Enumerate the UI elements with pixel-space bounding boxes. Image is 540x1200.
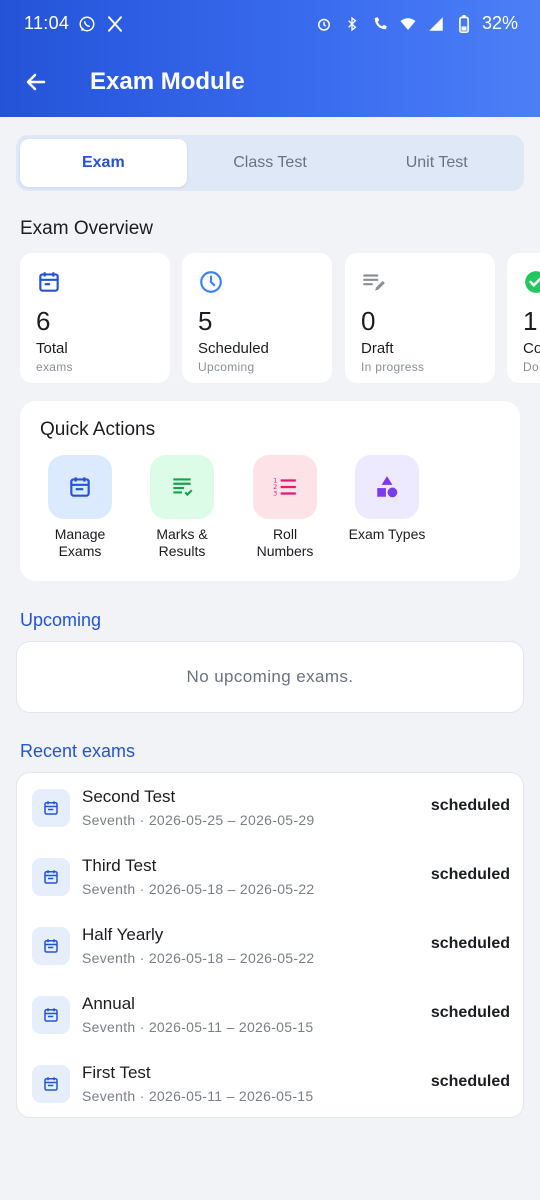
stat-label: Draft [361, 340, 394, 358]
tab-bar: Exam Class Test Unit Test [16, 135, 524, 191]
quick-action-exam-types[interactable]: Exam Types [335, 455, 439, 543]
bluetooth-icon [342, 14, 362, 34]
calendar-icon [39, 272, 59, 292]
checklist-icon [173, 478, 193, 497]
status-bar: 11:04 32% [0, 0, 540, 48]
exam-calendar-icon [32, 927, 70, 965]
status-time: 11:04 [24, 13, 70, 33]
exam-status: scheduled [430, 1073, 510, 1090]
stat-label: Scheduled [198, 340, 269, 358]
exam-meta: Seventh · 2026-05-11 – 2026-05-15 [82, 1019, 314, 1035]
stat-sub: Do [523, 360, 539, 375]
check-circle-icon [525, 271, 540, 293]
label-line: Exam Types [348, 526, 426, 542]
battery-icon [454, 14, 474, 34]
stat-value: 0 [361, 306, 376, 336]
quick-action-tile [48, 455, 112, 519]
calendar-icon [70, 477, 90, 497]
label-line: Roll [272, 526, 298, 542]
upcoming-title: Upcoming [20, 610, 102, 630]
exam-name: Annual [82, 994, 135, 1013]
whatsapp-icon [77, 14, 97, 34]
stat-sub: Upcoming [198, 360, 255, 375]
stat-sub: exams [36, 360, 73, 375]
app-bar: Exam Module [0, 58, 540, 108]
tab-class-test[interactable]: Class Test [187, 139, 354, 187]
exam-row[interactable]: First Test Seventh · 2026-05-11 – 2026-0… [17, 1049, 525, 1117]
label-line: Numbers [256, 542, 314, 559]
recent-exams-list: Second Test Seventh · 2026-05-25 – 2026-… [16, 772, 524, 1118]
stat-value: 1 [523, 306, 538, 336]
page-title: Exam Module [90, 68, 245, 95]
label-line: Manage [54, 526, 106, 542]
label-line: Exams [58, 542, 102, 559]
label-line: Marks & [156, 526, 208, 542]
quick-action-label: Marks & Results [130, 526, 234, 560]
quick-action-tile [150, 455, 214, 519]
back-button[interactable] [20, 66, 52, 98]
stat-value: 6 [36, 306, 51, 336]
exam-row[interactable]: Half Yearly Seventh · 2026-05-18 – 2026-… [17, 911, 525, 979]
label-line: Results [158, 542, 206, 559]
quick-action-tile: 123 [253, 455, 317, 519]
exam-row[interactable]: Third Test Seventh · 2026-05-18 – 2026-0… [17, 842, 525, 910]
tab-exam[interactable]: Exam [20, 139, 187, 187]
exam-name: Second Test [82, 787, 176, 806]
battery-percent: 32% [481, 13, 518, 33]
exam-overview-title: Exam Overview [20, 218, 154, 239]
stat-card-scheduled[interactable]: 5 Scheduled Upcoming [182, 253, 332, 383]
exam-calendar-icon [32, 1065, 70, 1103]
stat-value: 5 [198, 306, 213, 336]
quick-action-marks-results[interactable]: Marks & Results [130, 455, 234, 560]
wifi-call-icon [370, 14, 390, 34]
signal-icon [426, 14, 446, 34]
exam-meta: Seventh · 2026-05-18 – 2026-05-22 [82, 881, 315, 897]
quick-action-label: Roll Numbers [233, 526, 337, 560]
exam-row[interactable]: Second Test Seventh · 2026-05-25 – 2026-… [17, 773, 525, 841]
shapes-icon [377, 476, 398, 498]
edit-list-icon [363, 274, 385, 291]
stat-card-total[interactable]: 6 Total exams [20, 253, 170, 383]
tab-unit-test[interactable]: Unit Test [353, 139, 520, 187]
alarm-icon [314, 14, 334, 34]
empty-message: No upcoming exams. [186, 667, 354, 686]
quick-actions-title: Quick Actions [40, 419, 156, 440]
quick-action-roll-numbers[interactable]: 123 Roll Numbers [233, 455, 337, 560]
exam-calendar-icon [32, 789, 70, 827]
exam-name: Half Yearly [82, 925, 164, 944]
quick-action-manage-exams[interactable]: Manage Exams [28, 455, 132, 560]
clock-icon [200, 271, 222, 293]
quick-action-label: Manage Exams [28, 526, 132, 560]
stat-card-draft[interactable]: 0 Draft In progress [345, 253, 495, 383]
quick-action-label: Exam Types [335, 526, 439, 543]
exam-status: scheduled [430, 1004, 510, 1021]
wifi-icon [398, 14, 418, 34]
x-logo-icon [105, 14, 125, 34]
header: 11:04 32% Exam Module [0, 0, 540, 117]
quick-actions-card: Quick Actions Manage Exams Marks & Resul… [20, 401, 520, 581]
stat-card-completed[interactable]: 1 Co Do [507, 253, 540, 383]
stat-sub: In progress [361, 360, 425, 375]
stat-label: Co [523, 340, 540, 358]
exam-row[interactable]: Annual Seventh · 2026-05-11 – 2026-05-15… [17, 980, 525, 1048]
quick-action-tile [355, 455, 419, 519]
exam-status: scheduled [430, 797, 510, 814]
stat-label: Total [36, 340, 68, 358]
exam-status: scheduled [430, 866, 510, 883]
numbered-list-icon: 123 [273, 477, 296, 498]
overview-stats: 6 Total exams 5 Scheduled Upcoming 0 Dra… [20, 253, 540, 383]
svg-text:3: 3 [273, 490, 277, 498]
exam-name: First Test [82, 1063, 151, 1082]
exam-name: Third Test [82, 856, 157, 875]
exam-meta: Seventh · 2026-05-25 – 2026-05-29 [82, 812, 315, 828]
recent-exams-title: Recent exams [20, 741, 136, 761]
upcoming-empty-card: No upcoming exams. [16, 641, 524, 713]
exam-calendar-icon [32, 996, 70, 1034]
exam-meta: Seventh · 2026-05-11 – 2026-05-15 [82, 1088, 314, 1104]
exam-meta: Seventh · 2026-05-18 – 2026-05-22 [82, 950, 315, 966]
exam-status: scheduled [430, 935, 510, 952]
arrow-left-icon [26, 73, 46, 91]
exam-calendar-icon [32, 858, 70, 896]
